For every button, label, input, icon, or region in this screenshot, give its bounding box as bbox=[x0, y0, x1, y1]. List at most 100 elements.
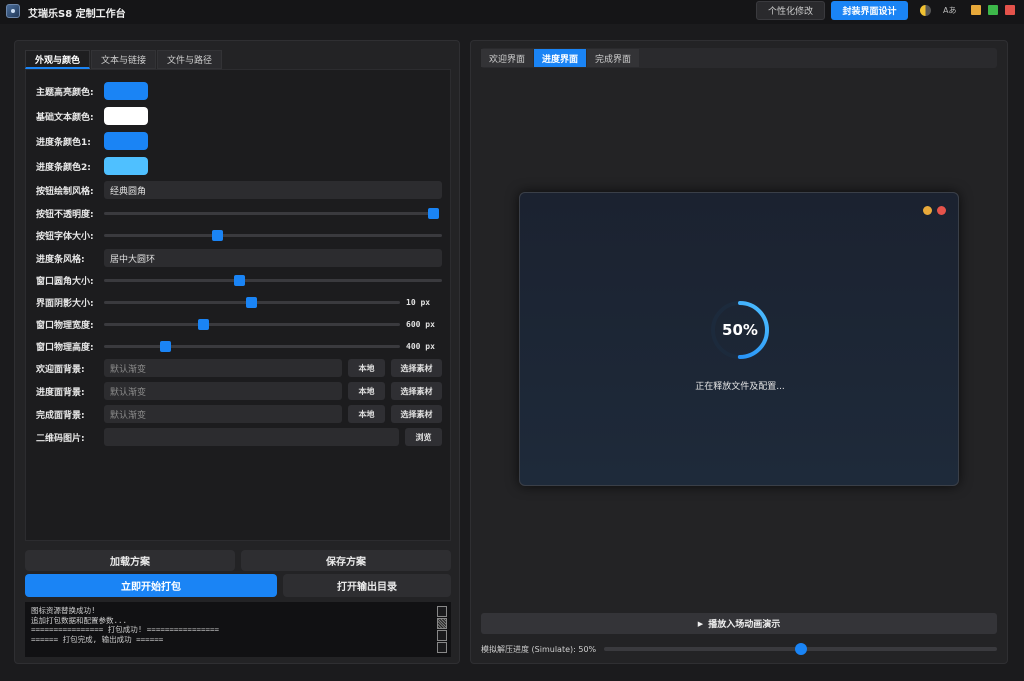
text-color-row: 基础文本颜色: bbox=[36, 106, 442, 126]
simulate-row: 模拟解压进度 (Simulate): 50% bbox=[481, 642, 997, 656]
qr-input[interactable] bbox=[103, 428, 400, 446]
font-size-slider[interactable] bbox=[104, 229, 442, 241]
close-button[interactable] bbox=[1005, 5, 1015, 15]
shadow-value: 10 px bbox=[406, 297, 431, 307]
translate-icon[interactable]: Aあ bbox=[943, 5, 956, 16]
font-size-slider-thumb[interactable] bbox=[212, 229, 223, 241]
width-slider[interactable] bbox=[104, 318, 400, 330]
start-pack-button[interactable]: 立即开始打包 bbox=[25, 574, 277, 597]
progress-color2-swatch[interactable] bbox=[104, 157, 148, 175]
progress-bg-input[interactable]: 默认渐变 bbox=[104, 382, 342, 400]
height-slider-thumb[interactable] bbox=[160, 340, 171, 352]
qr-label: 二维码图片: bbox=[36, 433, 85, 444]
tab-appearance[interactable]: 外观与颜色 bbox=[25, 50, 91, 69]
tab-finish[interactable]: 完成界面 bbox=[587, 49, 640, 67]
progress-status-text: 正在释放文件及配置... bbox=[695, 382, 785, 392]
finish-bg-row: 完成面背景: 默认渐变 本地 选择素材 bbox=[36, 404, 442, 424]
finish-bg-local-button[interactable]: 本地 bbox=[348, 405, 385, 423]
finish-bg-input[interactable]: 默认渐变 bbox=[104, 405, 342, 423]
window-radius-slider[interactable] bbox=[104, 274, 442, 286]
title-bar: 艾瑞乐S8 定制工作台 个性化修改 封装界面设计 Aあ bbox=[0, 0, 1024, 24]
progress-bg-pick-button[interactable]: 选择素材 bbox=[391, 382, 442, 400]
load-scheme-button[interactable]: 加载方案 bbox=[25, 550, 235, 571]
opacity-slider[interactable] bbox=[104, 207, 439, 219]
tab-text-links[interactable]: 文本与链接 bbox=[91, 50, 157, 69]
appearance-form: 主题高亮颜色: 基础文本颜色: 进度条颜色1: 进度条颜色2: 按钮绘制风格: … bbox=[25, 69, 451, 541]
scroll-down-icon[interactable] bbox=[437, 642, 447, 653]
maximize-button[interactable] bbox=[988, 5, 998, 15]
progress-bg-local-button[interactable]: 本地 bbox=[348, 382, 385, 400]
width-row: 窗口物理宽度: 600 px bbox=[36, 314, 442, 334]
tab-files-paths[interactable]: 文件与路径 bbox=[157, 50, 223, 69]
text-color-swatch[interactable] bbox=[104, 107, 148, 125]
width-label: 窗口物理宽度: bbox=[36, 320, 94, 331]
log-line: ====== 打包完成, 输出成功 ====== bbox=[31, 634, 164, 644]
height-row: 窗口物理高度: 400 px bbox=[36, 336, 442, 356]
window-radius-label: 窗口圆角大小: bbox=[36, 276, 94, 287]
button-style-row: 按钮绘制风格: 经典圆角 bbox=[36, 180, 442, 200]
qr-browse-button[interactable]: 浏览 bbox=[405, 428, 442, 446]
preview-minimize-icon bbox=[923, 206, 932, 215]
progress-color2-label: 进度条颜色2: bbox=[36, 162, 91, 173]
button-style-select[interactable]: 经典圆角 bbox=[104, 181, 442, 199]
scroll-up-icon[interactable] bbox=[437, 606, 447, 617]
settings-panel: 外观与颜色 文本与链接 文件与路径 主题高亮颜色: 基础文本颜色: 进度条颜色1… bbox=[14, 40, 460, 664]
app-title: 艾瑞乐S8 定制工作台 bbox=[28, 9, 126, 20]
installer-preview-window: 50% 正在释放文件及配置... bbox=[519, 192, 959, 486]
tab-welcome[interactable]: 欢迎界面 bbox=[481, 49, 534, 67]
log-line: ================ 打包成功! ================ bbox=[31, 625, 220, 634]
theme-color-swatch[interactable] bbox=[104, 82, 148, 100]
button-style-label: 按钮绘制风格: bbox=[36, 186, 94, 197]
progress-percent: 50% bbox=[722, 321, 758, 339]
personalize-button[interactable]: 个性化修改 bbox=[756, 1, 825, 20]
settings-tabs: 外观与颜色 文本与链接 文件与路径 bbox=[25, 50, 223, 69]
log-line: 图标资源替换成功! bbox=[31, 606, 96, 615]
simulate-label: 模拟解压进度 (Simulate): 50% bbox=[481, 644, 597, 654]
shadow-slider-thumb[interactable] bbox=[246, 296, 257, 308]
welcome-bg-local-button[interactable]: 本地 bbox=[348, 359, 385, 377]
height-slider[interactable] bbox=[104, 340, 400, 352]
welcome-bg-pick-button[interactable]: 选择素材 bbox=[391, 359, 442, 377]
play-animation-label: 播放入场动画演示 bbox=[708, 620, 781, 630]
tab-progress[interactable]: 进度界面 bbox=[534, 49, 587, 67]
simulate-slider-thumb[interactable] bbox=[794, 643, 807, 655]
qr-row: 二维码图片: 浏览 bbox=[36, 427, 442, 447]
save-scheme-button[interactable]: 保存方案 bbox=[241, 550, 451, 571]
minimize-button[interactable] bbox=[971, 5, 981, 15]
progress-style-row: 进度条风格: 居中大圆环 bbox=[36, 248, 442, 268]
log-scrollbar[interactable] bbox=[437, 606, 447, 653]
text-color-label: 基础文本颜色: bbox=[36, 112, 94, 123]
simulate-slider[interactable] bbox=[604, 643, 997, 655]
play-animation-button[interactable]: ▶ 播放入场动画演示 bbox=[481, 613, 997, 634]
progress-bg-label: 进度面背景: bbox=[36, 387, 85, 398]
font-size-row: 按钮字体大小: bbox=[36, 225, 442, 245]
height-label: 窗口物理高度: bbox=[36, 342, 94, 353]
scroll-thumb[interactable] bbox=[437, 618, 447, 629]
height-value: 400 px bbox=[406, 341, 435, 351]
preview-panel: 欢迎界面 进度界面 完成界面 50% 正在释放文件及配置... ▶ 播放入场动画… bbox=[470, 40, 1008, 664]
scroll-track[interactable] bbox=[437, 630, 447, 641]
opacity-row: 按钮不透明度: bbox=[36, 203, 442, 223]
half-moon-icon[interactable] bbox=[920, 5, 931, 16]
window-radius-slider-thumb[interactable] bbox=[234, 274, 245, 286]
opacity-slider-thumb[interactable] bbox=[428, 207, 439, 219]
progress-color2-row: 进度条颜色2: bbox=[36, 156, 442, 176]
shadow-row: 界面阴影大小: 10 px bbox=[36, 292, 442, 312]
pack-design-button[interactable]: 封装界面设计 bbox=[831, 1, 908, 20]
width-slider-thumb[interactable] bbox=[198, 318, 209, 330]
progress-color1-row: 进度条颜色1: bbox=[36, 131, 442, 151]
shadow-label: 界面阴影大小: bbox=[36, 298, 94, 309]
welcome-bg-input[interactable]: 默认渐变 bbox=[104, 359, 342, 377]
progress-color1-label: 进度条颜色1: bbox=[36, 137, 91, 148]
welcome-bg-label: 欢迎面背景: bbox=[36, 364, 85, 375]
progress-style-select[interactable]: 居中大圆环 bbox=[104, 249, 442, 267]
finish-bg-pick-button[interactable]: 选择素材 bbox=[391, 405, 442, 423]
theme-color-row: 主题高亮颜色: bbox=[36, 81, 442, 101]
opacity-label: 按钮不透明度: bbox=[36, 209, 94, 220]
shadow-slider[interactable] bbox=[104, 296, 400, 308]
log-line: 追加打包数据和配置参数... bbox=[31, 615, 128, 625]
open-output-button[interactable]: 打开输出目录 bbox=[283, 574, 451, 597]
progress-color1-swatch[interactable] bbox=[104, 132, 148, 150]
play-icon: ▶ bbox=[697, 619, 704, 628]
preview-tabs: 欢迎界面 进度界面 完成界面 bbox=[481, 48, 997, 68]
